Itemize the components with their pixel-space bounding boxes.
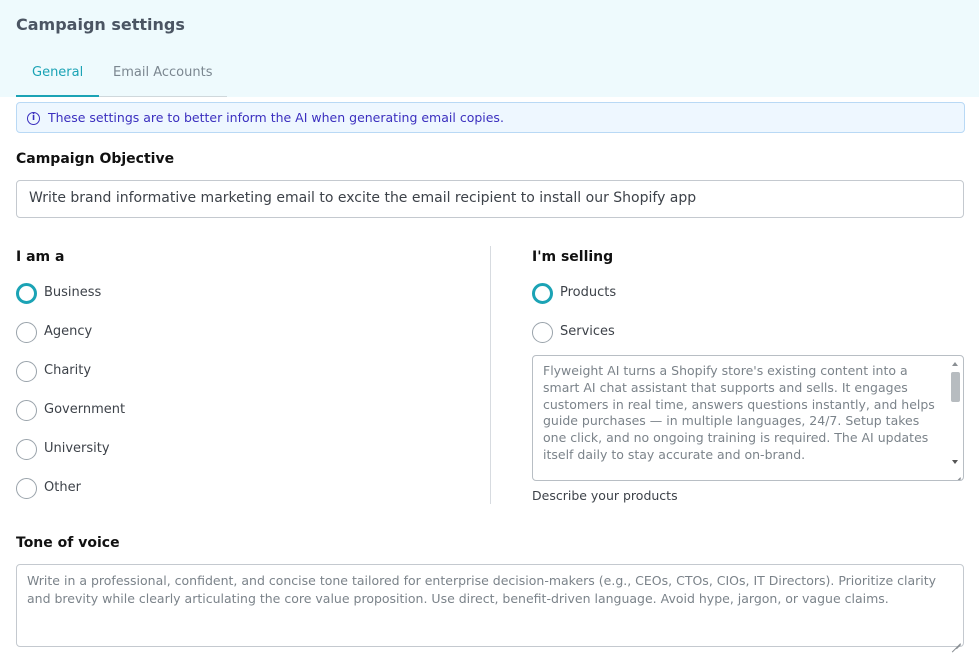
- tab-email-accounts[interactable]: Email Accounts: [113, 63, 212, 96]
- campaign-objective-label: Campaign Objective: [16, 151, 175, 167]
- radio-label: Services: [560, 324, 615, 339]
- tab-bar: General Email Accounts: [15, 63, 227, 97]
- radio-circle: [16, 400, 37, 421]
- radio-circle: [532, 322, 553, 343]
- radio-label: Government: [44, 402, 126, 417]
- radio-label: Business: [44, 285, 102, 300]
- scroll-down-arrow-icon[interactable]: [952, 460, 958, 464]
- radio-circle: [16, 439, 37, 460]
- radio-circle: [16, 322, 37, 343]
- i-am-label: I am a: [16, 249, 65, 265]
- product-description-helper: Describe your products: [532, 488, 678, 503]
- radio-circle: [16, 478, 37, 499]
- radio-circle-checked: [532, 283, 553, 304]
- textarea-scrollbar[interactable]: [950, 358, 961, 466]
- resize-handle-icon[interactable]: [951, 634, 961, 644]
- info-banner: i These settings are to better inform th…: [16, 102, 965, 133]
- tab-general[interactable]: General: [15, 63, 100, 97]
- scroll-thumb[interactable]: [951, 372, 960, 402]
- tone-of-voice-textarea[interactable]: Write in a professional, confident, and …: [16, 564, 964, 647]
- campaign-objective-input[interactable]: Write brand informative marketing email …: [16, 180, 964, 218]
- radio-circle-checked: [16, 283, 37, 304]
- radio-label: Other: [44, 480, 81, 495]
- settings-header: Campaign settings General Email Accounts: [0, 0, 979, 97]
- info-icon: i: [27, 112, 40, 125]
- resize-handle-icon[interactable]: [951, 468, 961, 478]
- radio-label: Products: [560, 285, 617, 300]
- radio-label: Charity: [44, 363, 92, 378]
- product-description-text: Flyweight AI turns a Shopify store's exi…: [543, 363, 935, 462]
- scroll-up-arrow-icon[interactable]: [952, 362, 958, 366]
- product-description-textarea[interactable]: Flyweight AI turns a Shopify store's exi…: [532, 355, 964, 481]
- selling-label: I'm selling: [532, 249, 614, 265]
- info-text: These settings are to better inform the …: [48, 110, 504, 125]
- radio-label: Agency: [44, 324, 93, 339]
- page-title: Campaign settings: [16, 15, 185, 34]
- radio-circle: [16, 361, 37, 382]
- radio-label: University: [44, 441, 110, 456]
- tone-of-voice-label: Tone of voice: [16, 535, 120, 551]
- tone-of-voice-text: Write in a professional, confident, and …: [27, 573, 937, 606]
- column-divider: [490, 246, 491, 504]
